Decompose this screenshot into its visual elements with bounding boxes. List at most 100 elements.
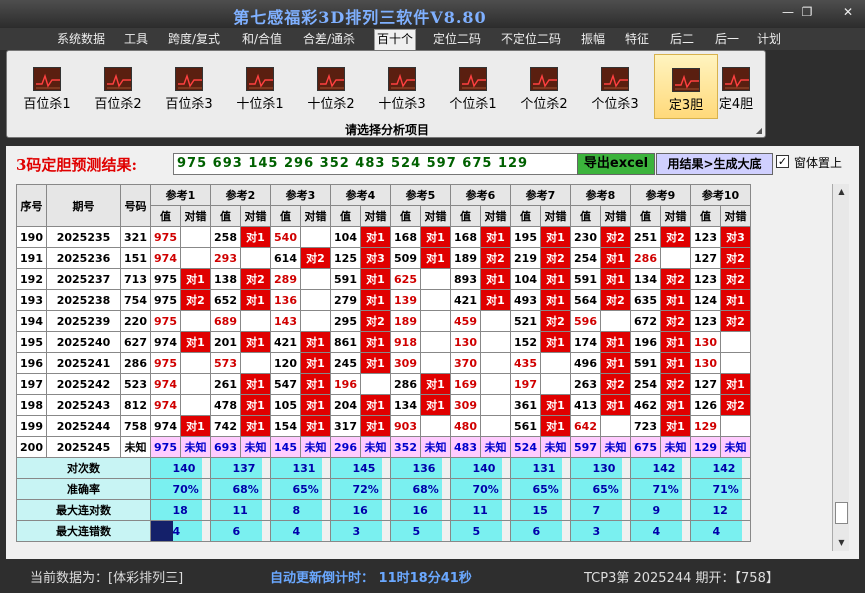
check-cell: 对1	[540, 394, 571, 416]
table-row[interactable]: 190 2025235 321 975 258 对1 540 104 对1 168 对1 168 对1 1…	[16, 226, 751, 248]
value-cell: 309	[390, 352, 421, 374]
stats-value: 5	[472, 520, 503, 542]
menu-item[interactable]: 后一	[713, 30, 741, 50]
check-cell: 对2	[720, 310, 751, 332]
check-cell: 对2	[600, 289, 631, 311]
scroll-down-icon[interactable]: ▼	[833, 535, 850, 551]
check-cell: 对3	[720, 226, 751, 248]
menu-item[interactable]: 跨度/复式	[166, 30, 222, 50]
generate-base-button[interactable]: 用结果>生成大底	[656, 153, 773, 175]
on-top-checkbox[interactable]: ✓	[776, 155, 789, 168]
ribbon-button[interactable]: 十位杀2	[299, 54, 363, 119]
current-data-label: 当前数据为：[体彩排列三]	[30, 571, 184, 586]
ref-group-header[interactable]: 参考4	[330, 184, 391, 206]
value-cell: 136	[270, 289, 301, 311]
ref-group-header[interactable]: 参考7	[510, 184, 571, 206]
menu-item[interactable]: 计划	[755, 30, 783, 50]
ribbon-button[interactable]: 百位杀3	[157, 54, 221, 119]
seq-cell: 195	[16, 331, 47, 353]
check-cell: 对1	[660, 289, 691, 311]
chart-icon	[175, 67, 203, 91]
ribbon-button[interactable]: 个位杀2	[512, 54, 576, 119]
ref-group-header[interactable]: 参考8	[570, 184, 631, 206]
column-header[interactable]: 期号	[46, 184, 121, 227]
stats-value: 65%	[292, 478, 323, 500]
value-cell: 134	[630, 268, 661, 290]
table-row[interactable]: 193 2025238 754 975 对2 652 对1 136 279 对1 139 421 对1 4…	[16, 289, 751, 311]
value-cell: 524	[510, 436, 541, 458]
ribbon-panel: 请选择分析项目 ◢ 百位杀1 百位杀2 百位杀3 十位杀1 十位杀2 十位杀3 个位杀1 个位…	[6, 50, 766, 138]
table-row[interactable]: 197 2025242 523 974 261 对1 547 对1 196 286 对1 169 197…	[16, 373, 751, 395]
stats-value: 142	[652, 457, 683, 479]
menu-item[interactable]: 振幅	[579, 30, 607, 50]
scroll-up-icon[interactable]: ▲	[833, 184, 850, 200]
table-row[interactable]: 196 2025241 286 975 573 120 对1 245 对1 309 370 435 49…	[16, 352, 751, 374]
ref-group-header[interactable]: 参考6	[450, 184, 511, 206]
chart-icon	[246, 67, 274, 91]
ref-group-header[interactable]: 参考5	[390, 184, 451, 206]
ribbon-button[interactable]: 定4胆	[710, 54, 762, 119]
pending-row[interactable]: 200 2025245 未知 975 未知 693 未知 145 未知 296 未知 352 未知 483…	[16, 436, 751, 458]
ribbon-button[interactable]: 十位杀1	[228, 54, 292, 119]
check-cell: 对1	[480, 268, 511, 290]
table-row[interactable]: 195 2025240 627 974 对1 201 对1 421 对1 861 对1 918 130 1…	[16, 331, 751, 353]
menu-item[interactable]: 不定位二码	[499, 30, 563, 50]
table-row[interactable]: 194 2025239 220 975 689 143 295 对2 189 459 521 对2 59…	[16, 310, 751, 332]
menu-item[interactable]: 工具	[122, 30, 150, 50]
prediction-result-field[interactable]: 975 693 145 296 352 483 524 597 675 129	[173, 153, 579, 175]
menu-item[interactable]: 百十个	[374, 29, 417, 50]
status-cell: 未知	[660, 436, 691, 458]
check-subheader: 对错	[240, 205, 271, 227]
value-cell: 421	[450, 289, 481, 311]
scroll-thumb[interactable]	[835, 502, 848, 524]
check-cell: 对1	[600, 247, 631, 269]
ribbon-button[interactable]: 十位杀3	[370, 54, 434, 119]
status-cell: 未知	[720, 436, 751, 458]
menu-item[interactable]: 和/合值	[240, 30, 284, 50]
ref-group-header[interactable]: 参考3	[270, 184, 331, 206]
column-header[interactable]: 序号	[16, 184, 47, 227]
menu-item[interactable]: 合差/通杀	[301, 30, 357, 50]
ribbon-expand-icon[interactable]: ◢	[756, 126, 762, 135]
table-row[interactable]: 199 2025244 758 974 对1 742 对1 154 对1 317 对1 903 480 5…	[16, 415, 751, 437]
ribbon-button[interactable]: 百位杀2	[86, 54, 150, 119]
table-row[interactable]: 198 2025243 812 974 478 对1 105 对1 204 对1 134 对1 309 3…	[16, 394, 751, 416]
issue-cell: 2025239	[46, 310, 121, 332]
menu-item[interactable]: 系统数据	[55, 30, 107, 50]
export-excel-button[interactable]: 导出excel	[577, 153, 655, 175]
ref-group-header[interactable]: 参考9	[630, 184, 691, 206]
ribbon-button-label: 个位杀2	[520, 97, 568, 112]
ribbon-button[interactable]: 个位杀3	[583, 54, 647, 119]
check-subheader: 对错	[480, 205, 511, 227]
ribbon-button[interactable]: 百位杀1	[15, 54, 79, 119]
stats-value: 145	[352, 457, 383, 479]
value-cell: 975	[150, 268, 181, 290]
ref-group-header[interactable]: 参考1	[150, 184, 211, 206]
minimize-button[interactable]: —	[778, 5, 798, 19]
ribbon-button[interactable]: 定3胆	[654, 54, 718, 119]
table-row[interactable]: 191 2025236 151 974 293 614 对2 125 对3 509 对1 189 对2 2…	[16, 247, 751, 269]
value-cell: 483	[450, 436, 481, 458]
chart-icon	[104, 67, 132, 91]
number-cell: 713	[120, 268, 151, 290]
check-cell: 对1	[600, 331, 631, 353]
menu-item[interactable]: 后二	[668, 30, 696, 50]
menu-item[interactable]: 定位二码	[431, 30, 483, 50]
column-header[interactable]: 号码	[120, 184, 151, 227]
stats-value: 12	[712, 499, 743, 521]
value-cell: 104	[330, 226, 361, 248]
stats-value: 15	[532, 499, 563, 521]
table-row[interactable]: 192 2025237 713 975 对1 138 对2 289 591 对1 625 893 对1 1…	[16, 268, 751, 290]
value-cell: 130	[450, 331, 481, 353]
check-cell	[480, 394, 511, 416]
close-button[interactable]: ✕	[838, 5, 858, 19]
vertical-scrollbar[interactable]: ▲ ▼	[832, 184, 849, 551]
check-cell: 对1	[360, 268, 391, 290]
ref-group-header[interactable]: 参考10	[690, 184, 751, 206]
seq-cell: 200	[16, 436, 47, 458]
value-cell: 189	[390, 310, 421, 332]
ribbon-button[interactable]: 个位杀1	[441, 54, 505, 119]
menu-item[interactable]: 特征	[623, 30, 651, 50]
restore-button[interactable]: ❐	[797, 5, 817, 19]
ref-group-header[interactable]: 参考2	[210, 184, 271, 206]
